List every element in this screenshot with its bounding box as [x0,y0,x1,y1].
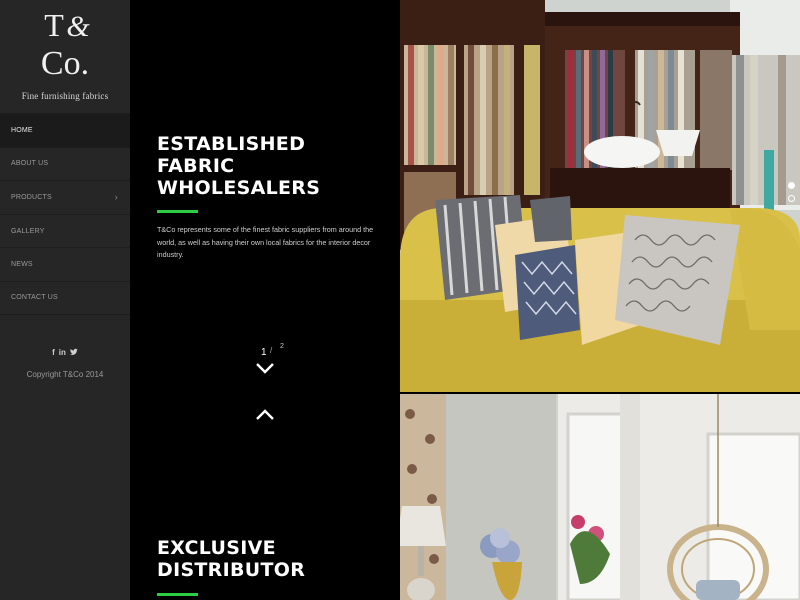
slider-dots [788,182,795,202]
linkedin-icon[interactable]: in [59,348,66,358]
nav-item-label: PRODUCTS [11,193,52,201]
accent-divider [157,210,198,213]
brand-tagline: Fine furnishing fabrics [21,91,109,101]
nav-item-news[interactable]: NEWS [0,247,130,281]
brand-logo[interactable]: T & Co. [0,6,130,78]
heading-line: WHOLESALERS [157,177,321,199]
main-nav: HOME ABOUT US PRODUCTS › GALLERY NEWS CO… [0,113,130,315]
social-links: f in [0,348,130,358]
slider-dot[interactable] [788,182,795,189]
facebook-icon[interactable]: f [52,348,55,358]
svg-text:&: & [66,10,90,43]
svg-text:Co.: Co. [41,45,89,78]
nav-item-products[interactable]: PRODUCTS › [0,180,130,214]
chevron-down-icon[interactable] [254,361,276,375]
nav-item-home[interactable]: HOME [0,113,130,147]
nav-item-gallery[interactable]: GALLERY [0,213,130,248]
chevron-right-icon: › [114,192,118,203]
slide-total: 2 [280,343,284,350]
copyright-text: Copyright T&Co 2014 [26,370,104,379]
nav-item-contact-us[interactable]: CONTACT US [0,280,130,315]
heading-line: ESTABLISHED [157,133,306,155]
heading-line: DISTRIBUTOR [157,559,306,581]
slide-separator: / [270,346,273,355]
twitter-icon[interactable] [69,348,78,358]
nav-item-about-us[interactable]: ABOUT US [0,146,130,181]
nav-item-label: ABOUT US [11,160,49,168]
heading-line: EXCLUSIVE [157,537,276,559]
accent-divider [157,593,198,596]
section-heading-established: ESTABLISHED FABRIC WHOLESALERS [157,133,387,199]
slider-dot[interactable] [788,195,795,202]
svg-text:T: T [44,7,64,43]
content-panel: ESTABLISHED FABRIC WHOLESALERS T&Co repr… [130,0,400,600]
nav-item-label: NEWS [11,261,33,269]
nav-item-label: GALLERY [11,227,45,235]
nav-item-label: HOME [11,126,33,134]
heading-line: FABRIC [157,155,235,177]
slide-current: 1 [261,347,267,358]
chevron-up-icon[interactable] [254,408,276,422]
section-heading-exclusive: EXCLUSIVE DISTRIBUTOR [157,537,387,581]
section-description: T&Co represents some of the finest fabri… [157,225,374,259]
slide-counter: 1 / 2 [261,343,291,359]
room-photo [400,394,800,600]
nav-item-label: CONTACT US [11,294,58,302]
showroom-photo [400,0,800,392]
sidebar: T & Co. Fine furnishing fabrics HOME ABO… [0,0,130,600]
